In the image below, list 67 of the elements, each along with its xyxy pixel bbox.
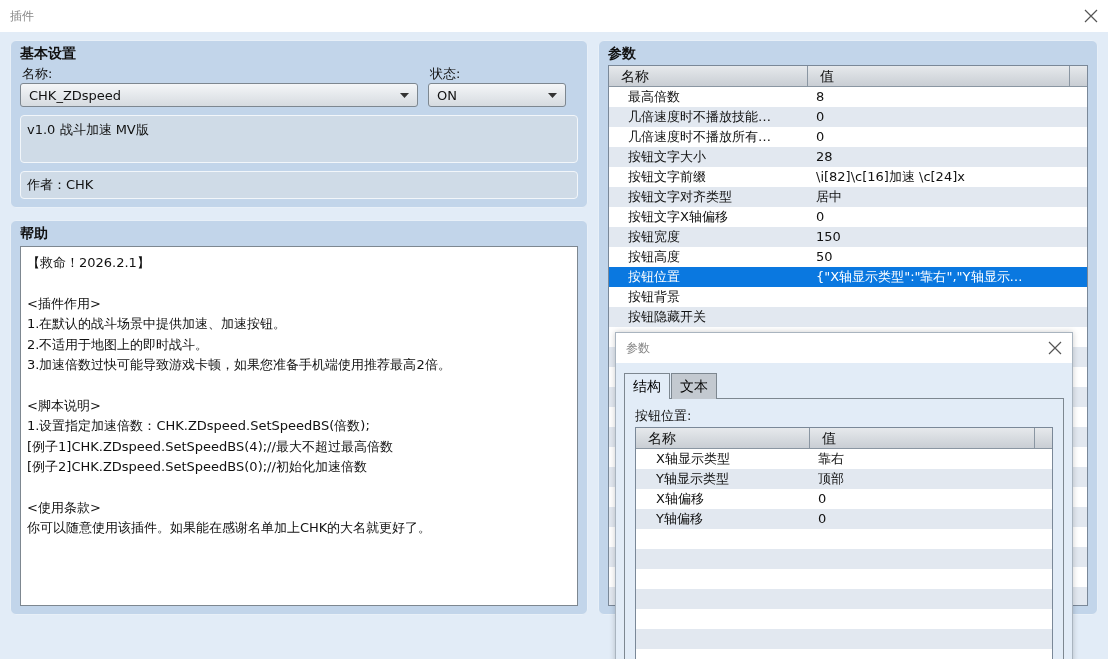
table-cell-text: 28	[815, 148, 834, 166]
column-header[interactable]: 名称	[609, 66, 808, 86]
table-row[interactable]: Y轴显示类型 顶部	[636, 469, 1052, 489]
window-title: 插件	[10, 7, 34, 25]
table-cell-text: 按钮位置	[627, 268, 681, 286]
table-cell-text: 靠右	[817, 450, 845, 468]
field-label: 名称:	[21, 65, 53, 82]
table-cell-text: 50	[815, 248, 834, 266]
table-cell-text: 0	[815, 108, 826, 126]
table-row[interactable]: 按钮文字大小 28	[609, 147, 1087, 167]
table-cell-text: 0	[815, 128, 826, 146]
panel-title: 帮助	[20, 224, 48, 242]
help-line: 【救命！2026.2.1】	[27, 254, 150, 272]
panel-title: 基本设置	[20, 44, 76, 62]
help-line: 2.不适用于地图上的即时战斗。	[27, 335, 209, 354]
table-cell-text: 按钮文字大小	[627, 148, 707, 166]
author-field[interactable]: 作者：CHK	[20, 171, 578, 199]
table-cell-text: 顶部	[817, 470, 845, 488]
table-cell-text: 按钮文字前缀	[627, 168, 707, 186]
table-cell-text: 按钮文字对齐类型	[627, 188, 733, 206]
table-cell-text: 按钮背景	[627, 288, 681, 306]
table-cell-text: {"X轴显示类型":"靠右","Y轴显示…	[815, 268, 1024, 286]
table-cell-text: 0	[817, 510, 828, 528]
table-cell-text: 按钮隐藏开关	[627, 308, 707, 326]
table-row[interactable]: 按钮宽度 150	[609, 227, 1087, 247]
table-row[interactable]: 按钮隐藏开关	[609, 307, 1087, 327]
column-header[interactable]: 名称	[636, 428, 810, 448]
table-cell-text: 150	[815, 228, 842, 246]
table-cell-text: 0	[817, 490, 828, 508]
table-cell-text: \i[82]\c[16]加速 \c[24]x	[815, 168, 966, 186]
help-line: 1.在默认的战斗场景中提供加速、加速按钮。	[27, 315, 287, 333]
table-cell-text: 按钮文字X轴偏移	[627, 208, 729, 226]
help-line: [例子1]CHK.ZDspeed.SetSpeedBS(4);//最大不超过最高倍数	[27, 437, 393, 456]
tab[interactable]: 文本	[671, 373, 717, 399]
help-line: 你可以随意使用该插件。如果能在感谢名单加上CHK的大名就更好了。	[27, 519, 432, 537]
table-row[interactable]: Y轴偏移 0	[636, 509, 1052, 529]
table-cell-text: Y轴偏移	[655, 510, 704, 528]
help-line: 3.加速倍数过快可能导致游戏卡顿，如果您准备手机端使用推荐最高2倍。	[27, 356, 451, 374]
status-dropdown[interactable]: ON	[428, 83, 566, 107]
field-label: 状态:	[429, 65, 461, 82]
table-cell-text: 几倍速度时不播放所有…	[627, 128, 772, 146]
tab[interactable]: 结构	[624, 373, 670, 399]
table-row[interactable]: 几倍速度时不播放技能… 0	[609, 107, 1087, 127]
dialog-title: 参数	[626, 339, 650, 357]
table-cell-text: Y轴显示类型	[655, 470, 730, 488]
table-cell-text: X轴显示类型	[655, 450, 731, 468]
table-cell-text: 按钮宽度	[627, 228, 681, 246]
table-cell-text: 最高倍数	[627, 88, 681, 106]
table-cell-text: 按钮高度	[627, 248, 681, 266]
column-header[interactable]: 值	[808, 66, 1070, 86]
field-label: 按钮位置:	[635, 407, 692, 424]
table-row[interactable]: 按钮位置 {"X轴显示类型":"靠右","Y轴显示…	[609, 267, 1087, 287]
table-cell-text: X轴偏移	[655, 490, 705, 508]
help-line: [例子2]CHK.ZDspeed.SetSpeedBS(0);//初始化加速倍数	[27, 458, 367, 476]
table-cell-text: 8	[815, 88, 826, 106]
panel-title: 参数	[608, 44, 636, 62]
table-cell-text: 居中	[815, 188, 843, 206]
column-header[interactable]: 值	[810, 428, 1035, 448]
table-row[interactable]: 按钮文字对齐类型 居中	[609, 187, 1087, 207]
name-dropdown[interactable]: CHK_ZDspeed	[20, 83, 418, 107]
table-cell-text: 几倍速度时不播放技能…	[627, 108, 772, 126]
help-line: <插件作用>	[27, 294, 101, 313]
help-line: 1.设置指定加速倍数：CHK.ZDspeed.SetSpeedBS(倍数);	[27, 417, 370, 435]
table-cell-text: 0	[815, 208, 826, 226]
help-line: <使用条款>	[27, 498, 101, 517]
description-field[interactable]: v1.0 战斗加速 MV版	[20, 115, 578, 163]
help-line: <脚本说明>	[27, 396, 101, 415]
